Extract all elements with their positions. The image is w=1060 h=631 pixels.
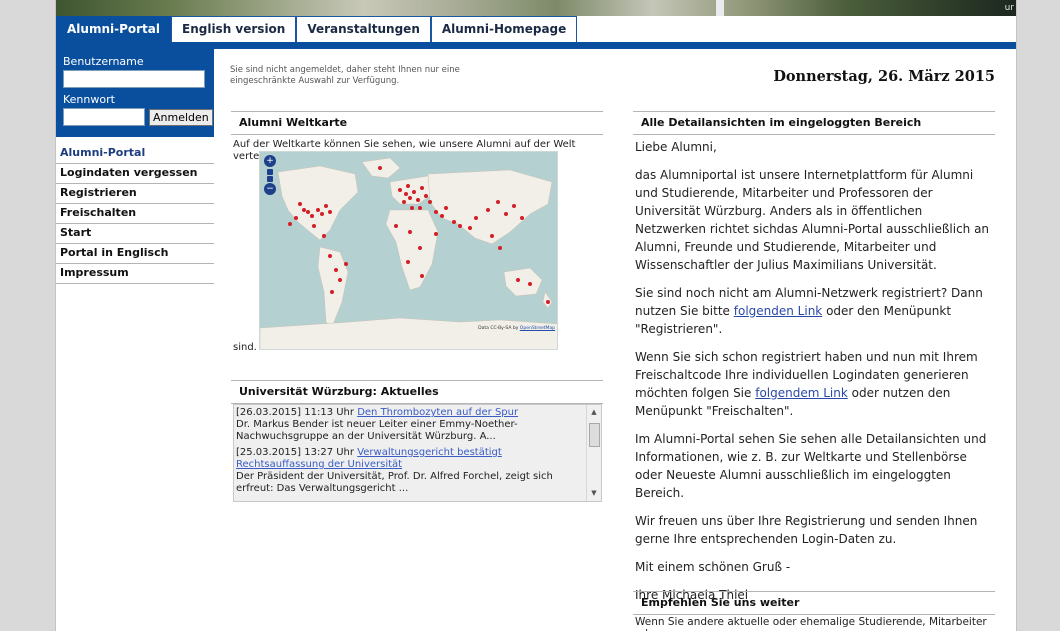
details-box-title: Alle Detailansichten im eingeloggten Ber… <box>633 111 995 135</box>
sidebar-item-portal-in-englisch[interactable]: Portal in Englisch <box>56 244 214 264</box>
openstreetmap-link[interactable]: OpenStreetMap <box>520 326 555 331</box>
login-button[interactable]: Anmelden <box>149 108 213 126</box>
greeting: Liebe Alumni, <box>635 140 717 154</box>
register-link[interactable]: folgenden Link <box>734 304 823 318</box>
map-attribution: Data CC-By-SA by OpenStreetMap <box>478 326 555 331</box>
zoom-in-icon[interactable]: + <box>264 155 276 167</box>
scroll-up-icon[interactable]: ▲ <box>587 405 601 420</box>
activate-link[interactable]: folgendem Link <box>755 386 848 400</box>
sidebar-item-freischalten[interactable]: Freischalten <box>56 204 214 224</box>
news-link[interactable]: Den Thrombozyten auf der Spur <box>357 407 518 418</box>
news-item: [25.03.2015] 13:27 Uhr Verwaltungsgerich… <box>236 447 582 495</box>
news-meta: [25.03.2015] 13:27 Uhr <box>236 447 355 458</box>
username-label: Benutzername <box>63 55 144 68</box>
news-text: Der Präsident der Universität, Prof. Dr.… <box>236 471 553 494</box>
tab-english-version[interactable]: English version <box>171 16 297 42</box>
recommend-box-title: Empfehlen Sie uns weiter <box>633 591 995 615</box>
sidebar-item-alumni-portal[interactable]: Alumni-Portal <box>56 144 214 164</box>
closing-line: Mit einem schönen Gruß - <box>635 560 791 574</box>
login-notice: Sie sind nicht angemeldet, daher steht I… <box>230 65 460 86</box>
map-box-title: Alumni Weltkarte <box>231 111 603 135</box>
password-row: Anmelden <box>63 106 213 126</box>
alumni-world-map[interactable]: + − Data CC-By-SA by OpenStreetMap <box>259 151 558 350</box>
activate-paragraph: Wenn Sie sich schon registriert haben un… <box>635 348 997 420</box>
sidebar-item-start[interactable]: Start <box>56 224 214 244</box>
thanks-paragraph: Wir freuen uns über Ihre Registrierung u… <box>635 514 978 546</box>
news-feed[interactable]: [26.03.2015] 11:13 Uhr Den Thrombozyten … <box>233 404 602 502</box>
sidebar-item-logindaten-vergessen[interactable]: Logindaten vergessen <box>56 164 214 184</box>
news-list: [26.03.2015] 11:13 Uhr Den Thrombozyten … <box>236 407 582 499</box>
zoom-level-bar[interactable] <box>267 176 273 182</box>
zoom-out-icon[interactable]: − <box>264 183 276 195</box>
page: ur Alumni-Portal English version Veranst… <box>55 0 1017 631</box>
header-banner-image: ur <box>56 0 1016 16</box>
tab-alumni-homepage[interactable]: Alumni-Homepage <box>430 16 578 42</box>
top-tabs: Alumni-Portal English version Veranstalt… <box>56 16 578 42</box>
news-item: [26.03.2015] 11:13 Uhr Den Thrombozyten … <box>236 407 582 443</box>
welcome-text: Liebe Alumni, das Alumniportal ist unser… <box>635 138 997 614</box>
register-paragraph: Sie sind noch nicht am Alumni-Netzwerk r… <box>635 284 997 338</box>
sidebar-item-registrieren[interactable]: Registrieren <box>56 184 214 204</box>
password-label: Kennwort <box>63 93 115 106</box>
scrollbar-thumb[interactable] <box>589 423 600 447</box>
banner-tagline: ur <box>1004 3 1014 13</box>
news-meta: [26.03.2015] 11:13 Uhr <box>236 407 355 418</box>
news-box-title: Universität Würzburg: Aktuelles <box>231 380 603 404</box>
sidebar-nav: Alumni-Portal Logindaten vergessen Regis… <box>56 144 214 284</box>
recommend-text: Wenn Sie andere aktuelle oder ehemalige … <box>635 616 987 631</box>
world-map-graphic <box>260 157 557 349</box>
scroll-down-icon[interactable]: ▼ <box>587 486 601 501</box>
sidebar-item-impressum[interactable]: Impressum <box>56 264 214 284</box>
username-input[interactable] <box>63 70 205 88</box>
tab-alumni-portal[interactable]: Alumni-Portal <box>56 16 171 42</box>
banner-flagpole <box>716 0 724 16</box>
tab-underline-bar <box>56 42 1016 49</box>
password-input[interactable] <box>63 108 145 126</box>
tab-veranstaltungen[interactable]: Veranstaltungen <box>296 16 431 42</box>
intro-paragraph: das Alumniportal ist unsere Internetplat… <box>635 168 990 272</box>
map-description-end: sind. <box>233 342 257 353</box>
current-date: Donnerstag, 26. März 2015 <box>773 68 995 85</box>
details-paragraph: Im Alumni-Portal sehen Sie sehen alle De… <box>635 432 987 500</box>
news-text: Dr. Markus Bender ist neuer Leiter einer… <box>236 419 518 442</box>
news-scrollbar[interactable]: ▲ ▼ <box>586 405 601 501</box>
zoom-level-bar[interactable] <box>267 169 273 175</box>
map-zoom-control: + − <box>264 155 276 197</box>
map-attribution-text: Data CC-By-SA by <box>478 326 519 331</box>
login-form: Benutzername Kennwort Anmelden <box>56 49 214 137</box>
